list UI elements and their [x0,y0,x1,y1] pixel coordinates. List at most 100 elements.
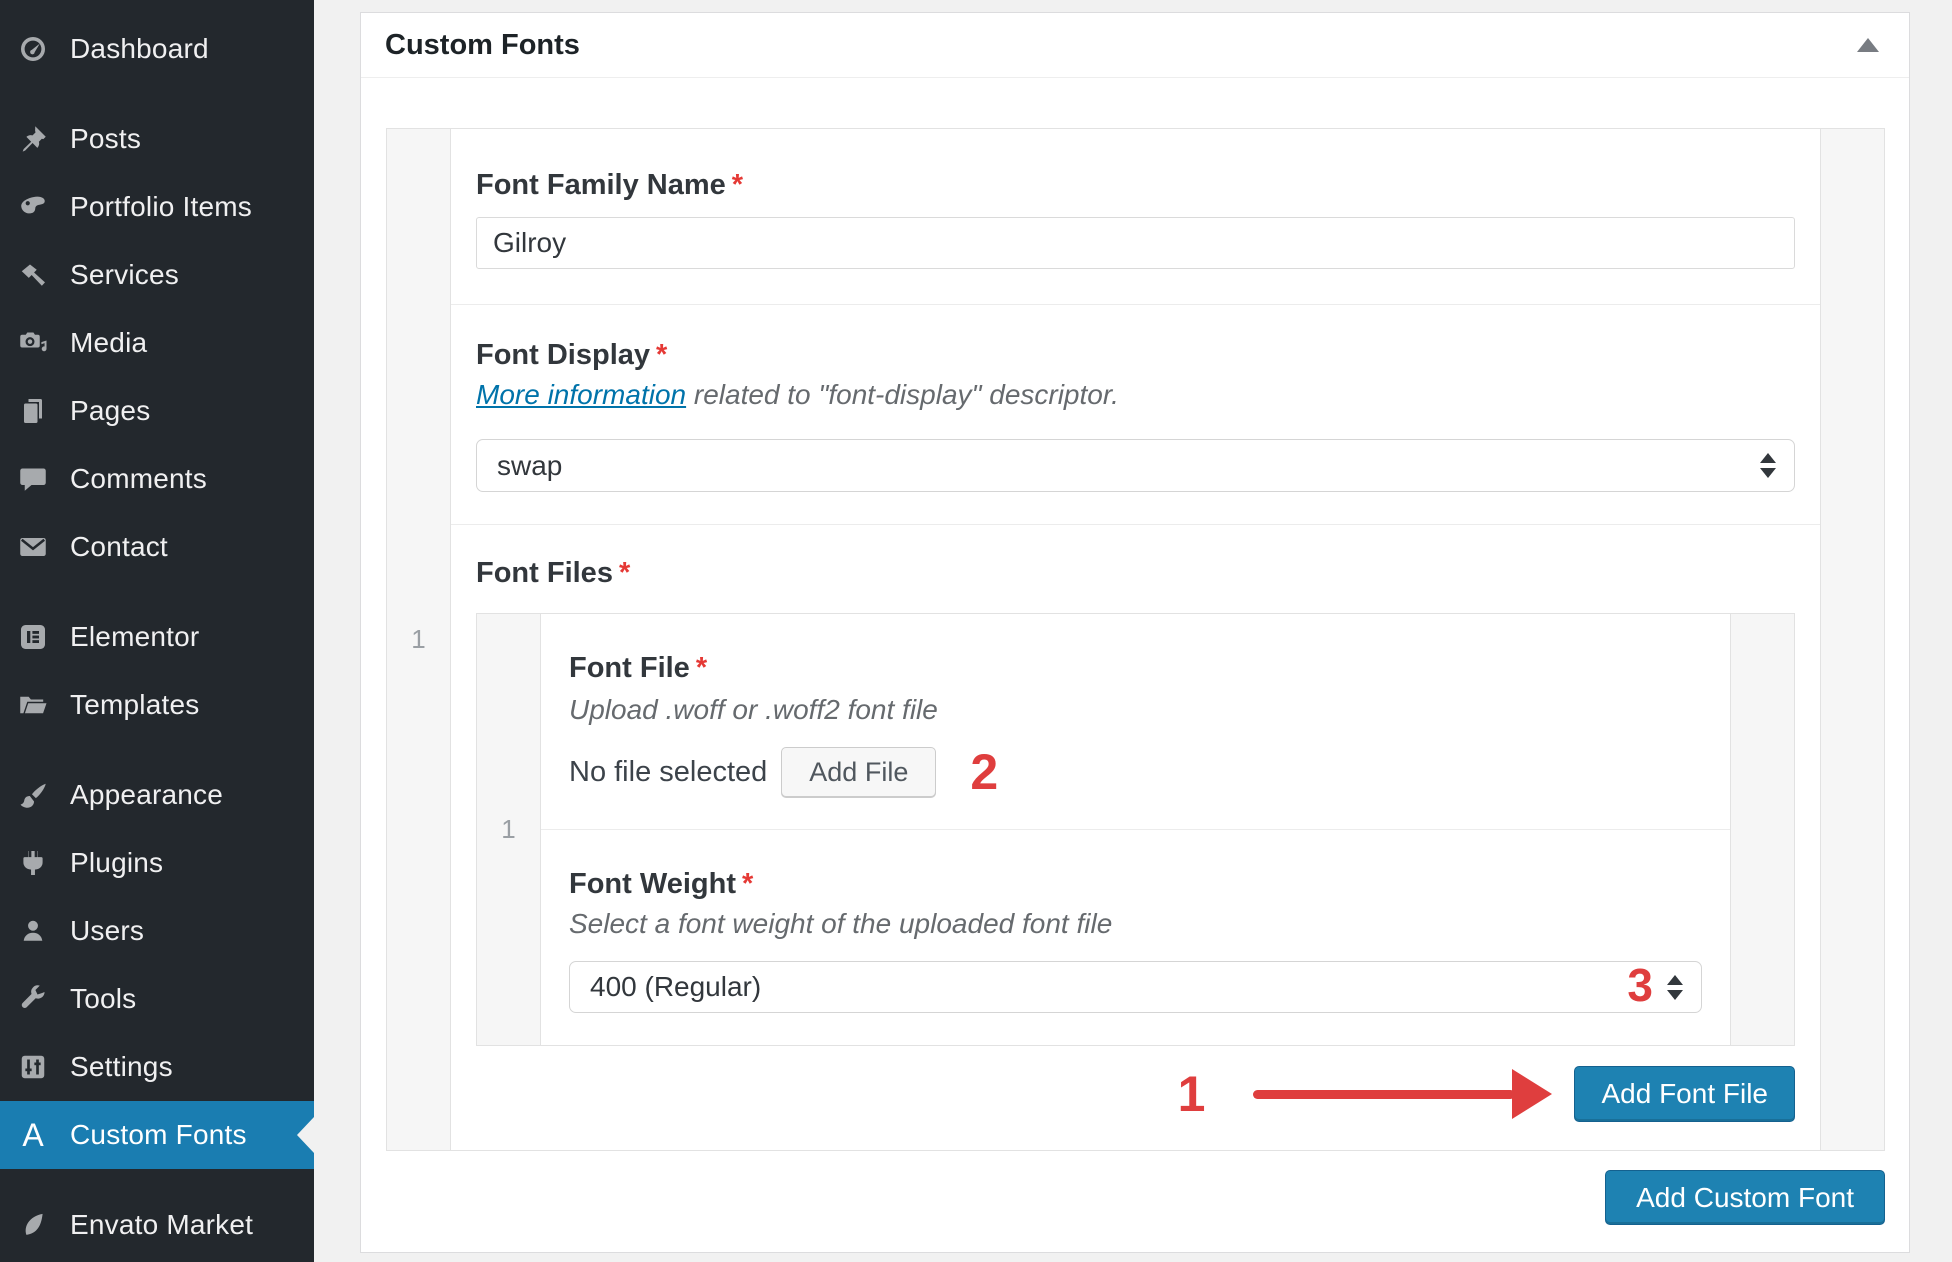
custom-font-fields: Font Family Name* Font Display* More inf… [451,129,1820,1150]
folder-icon [16,688,50,722]
sidebar-item-label: Custom Fonts [70,1119,247,1151]
sidebar-item-custom-fonts[interactable]: A Custom Fonts [0,1101,314,1169]
sidebar-item-label: Media [70,327,147,359]
required-asterisk: * [656,339,667,371]
sidebar-item-label: Comments [70,463,207,495]
metabox-header-toggle[interactable]: Custom Fonts [361,13,1909,78]
required-asterisk: * [696,652,707,684]
sidebar-item-envato-market[interactable]: Envato Market [0,1191,314,1259]
pages-icon [16,394,50,428]
row-actions-column [1820,129,1884,1150]
wrench-icon [16,982,50,1016]
font-files-section: Font Files* 1 Font File* Upload .woff or… [451,525,1820,1150]
font-family-label: Font Family Name* [476,167,1795,203]
sidebar-item-appearance[interactable]: Appearance [0,761,314,829]
paintbrush-icon [16,778,50,812]
add-font-file-button[interactable]: Add Font File [1574,1066,1795,1122]
page-title: Custom Fonts [385,29,580,62]
sidebar-item-posts[interactable]: Posts [0,105,314,173]
dashboard-icon [16,32,50,66]
sidebar-item-label: Portfolio Items [70,191,252,223]
file-upload-row: No file selected Add File 2 [569,747,1702,797]
row-number: 1 [387,129,451,1150]
select-stepper-icon [1667,975,1683,1000]
font-weight-description: Select a font weight of the uploaded fon… [569,908,1702,940]
required-asterisk: * [732,169,743,201]
custom-fonts-metabox: Custom Fonts 1 Font Family Name* Font Di… [360,12,1910,1253]
required-asterisk: * [742,868,753,900]
font-weight-label: Font Weight* [569,866,1702,902]
font-file-label: Font File* [569,650,1702,686]
sidebar-item-comments[interactable]: Comments [0,445,314,513]
font-file-fields: Font File* Upload .woff or .woff2 font f… [541,614,1730,1045]
add-file-button[interactable]: Add File [781,747,936,797]
sidebar-item-media[interactable]: Media [0,309,314,377]
sidebar-item-tools[interactable]: Tools [0,965,314,1033]
sidebar-item-label: Posts [70,123,141,155]
font-weight-selected-value: 400 (Regular) [590,971,761,1003]
font-file-description: Upload .woff or .woff2 font file [569,694,1702,726]
hammer-icon [16,258,50,292]
sidebar-item-label: Contact [70,531,168,563]
file-status-text: No file selected [569,756,767,789]
sidebar-item-users[interactable]: Users [0,897,314,965]
font-display-description: More information related to "font-displa… [476,379,1795,411]
sidebar-item-label: Elementor [70,621,199,653]
font-files-label: Font Files* [476,555,1795,591]
add-font-file-row: 1 Add Font File [476,1066,1795,1122]
custom-fonts-a-icon: A [16,1118,50,1152]
camera-icon [16,326,50,360]
font-display-label: Font Display* [476,337,1795,373]
envato-leaf-icon [16,1208,50,1242]
custom-font-repeater-row: 1 Font Family Name* Font Display* More i… [386,128,1885,1151]
sidebar-item-label: Templates [70,689,199,721]
sidebar-item-contact[interactable]: Contact [0,513,314,581]
sidebar-item-label: Appearance [70,779,223,811]
sidebar-item-label: Settings [70,1051,173,1083]
more-information-link[interactable]: More information [476,379,686,410]
palette-icon [16,190,50,224]
font-file-repeater-row: 1 Font File* Upload .woff or .woff2 font… [476,613,1795,1046]
elementor-icon [16,620,50,654]
sidebar-item-templates[interactable]: Templates [0,671,314,739]
pushpin-icon [16,122,50,156]
sidebar-item-label: Dashboard [70,33,209,65]
font-family-section: Font Family Name* [451,129,1820,305]
font-weight-subsection: Font Weight* Select a font weight of the… [541,830,1730,1045]
sidebar-item-label: Tools [70,983,136,1015]
sidebar-item-label: Envato Market [70,1209,253,1241]
sidebar-item-services[interactable]: Services [0,241,314,309]
font-file-subsection: Font File* Upload .woff or .woff2 font f… [541,614,1730,830]
sidebar-item-dashboard[interactable]: Dashboard [0,15,314,83]
font-family-name-input[interactable] [476,217,1795,269]
required-asterisk: * [619,557,630,589]
font-display-select[interactable]: swap [476,439,1795,492]
add-custom-font-button[interactable]: Add Custom Font [1605,1170,1885,1225]
annotation-step-3: 3 [1627,962,1653,1008]
plug-icon [16,846,50,880]
annotation-step-2: 2 [970,747,998,797]
annotation-arrow-icon [1253,1069,1552,1119]
user-icon [16,914,50,948]
select-stepper-icon [1760,453,1776,478]
comment-bubble-icon [16,462,50,496]
font-display-selected-value: swap [497,450,562,482]
annotation-step-1: 1 [1178,1069,1206,1119]
sidebar-item-label: Pages [70,395,150,427]
row-actions-column [1730,614,1794,1045]
sidebar-item-label: Plugins [70,847,163,879]
collapse-arrow-icon [1857,38,1879,52]
sidebar-item-pages[interactable]: Pages [0,377,314,445]
sidebar-item-plugins[interactable]: Plugins [0,829,314,897]
sidebar-item-label: Services [70,259,179,291]
font-weight-select[interactable]: 400 (Regular) 3 [569,961,1702,1013]
sidebar-item-label: Users [70,915,144,947]
font-display-section: Font Display* More information related t… [451,305,1820,525]
footer-actions: Add Custom Font [386,1170,1885,1225]
admin-sidebar: Dashboard Posts Portfolio Items Services… [0,0,314,1262]
sidebar-item-settings[interactable]: Settings [0,1033,314,1101]
sidebar-item-portfolio-items[interactable]: Portfolio Items [0,173,314,241]
row-number: 1 [477,614,541,1045]
envelope-icon [16,530,50,564]
sidebar-item-elementor[interactable]: Elementor [0,603,314,671]
